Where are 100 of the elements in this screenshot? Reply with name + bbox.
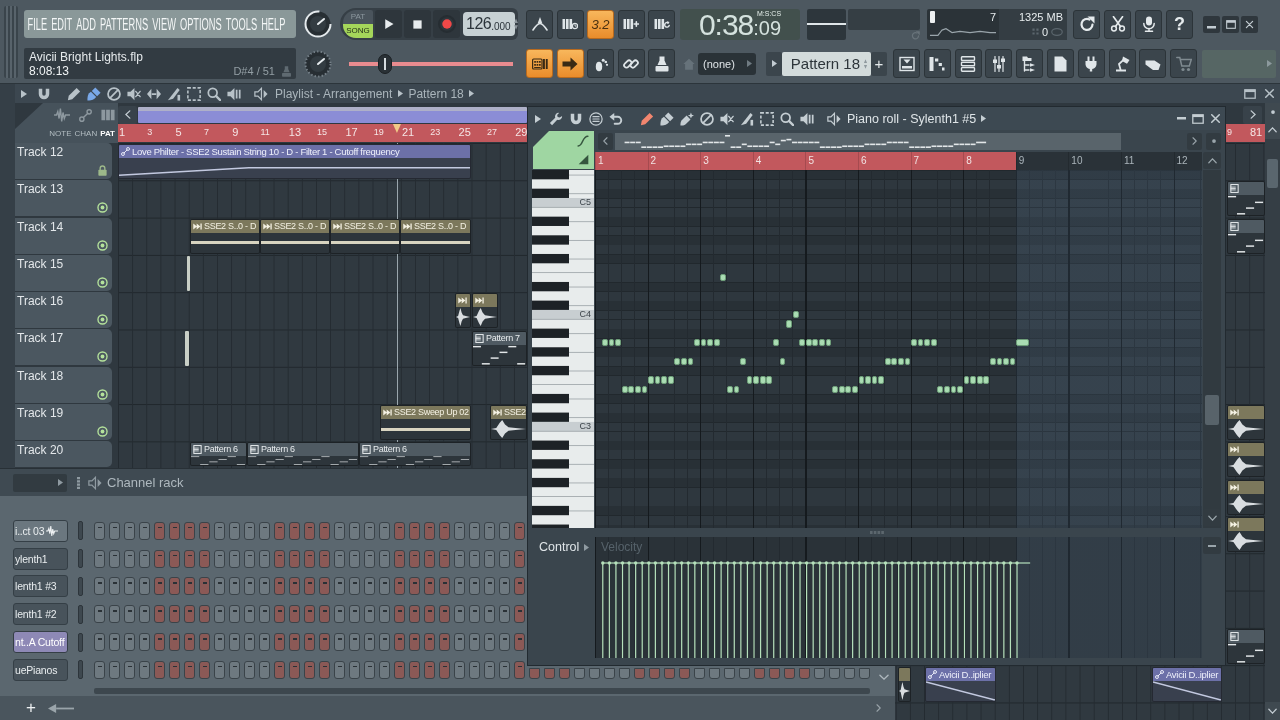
step-button[interactable] [409,549,420,568]
velocity-stem[interactable] [1002,561,1011,658]
step-button[interactable] [244,660,255,679]
velocity-stem[interactable] [995,561,1004,658]
chevron-down-icon[interactable] [879,674,889,680]
pencil-icon[interactable] [67,86,81,101]
no-sign-icon[interactable] [107,86,121,101]
toolbar-button[interactable] [1016,49,1044,78]
step-button[interactable] [319,605,330,624]
velocity-stem[interactable] [969,561,978,658]
step-button[interactable] [499,549,510,568]
toolbar-button[interactable] [648,9,675,39]
piano-roll-note[interactable] [720,273,727,281]
toolbar-button[interactable] [526,9,553,39]
velocity-stem[interactable] [666,561,676,658]
step-button[interactable] [154,521,165,540]
step-button[interactable] [589,667,600,679]
step-button[interactable] [424,549,435,568]
step-button[interactable] [469,633,480,652]
velocity-stem[interactable] [607,561,616,658]
step-button[interactable] [229,577,240,596]
step-button[interactable] [169,549,180,568]
velocity-stem[interactable] [877,561,886,658]
step-button[interactable] [739,667,750,679]
scroll-up-button[interactable] [1203,152,1221,169]
ruler-segment[interactable]: 12 [1173,152,1202,170]
step-button[interactable] [124,577,135,596]
step-button[interactable] [334,605,345,624]
step-button[interactable] [379,633,390,652]
step-button[interactable] [94,521,105,540]
step-button[interactable] [244,549,255,568]
step-button[interactable] [679,667,690,679]
menu-item[interactable]: OPTIONS [179,14,222,34]
step-button[interactable] [514,577,525,596]
step-button[interactable] [859,667,870,679]
velocity-stem[interactable] [660,561,669,658]
magnifier-icon[interactable] [207,86,221,101]
step-button[interactable] [829,667,840,679]
step-button[interactable] [409,633,420,652]
ring-dot-icon[interactable] [97,314,108,326]
step-button[interactable] [364,577,375,596]
step-button[interactable] [289,633,300,652]
ring-dot-icon[interactable] [97,426,108,438]
track-header[interactable]: Track 19 [15,404,112,441]
track-header[interactable]: Track 15 [15,254,112,291]
magnet-icon[interactable] [569,111,583,126]
step-button[interactable] [109,577,120,596]
step-button[interactable] [814,667,825,679]
velocity-stem[interactable] [614,561,623,658]
step-button[interactable] [364,605,375,624]
led-bar-icon[interactable] [78,632,83,652]
step-button[interactable] [289,605,300,624]
led-bar-icon[interactable] [78,604,83,624]
brush-icon[interactable] [660,111,674,126]
speaker-bars-icon[interactable] [800,111,814,126]
step-button[interactable] [499,521,510,540]
step-button[interactable] [289,549,300,568]
step-button[interactable] [499,605,510,624]
toolbar-button[interactable] [893,49,920,78]
step-button[interactable] [169,577,180,596]
step-button[interactable] [469,549,480,568]
step-button[interactable] [139,577,150,596]
step-button[interactable] [469,577,480,596]
step-button[interactable] [694,667,705,679]
piano-roll-note[interactable] [773,338,779,347]
velocity-stem[interactable] [798,561,807,658]
horizontal-scrollbar[interactable] [94,688,870,694]
menu-item[interactable]: PATTERNS [100,14,149,34]
piano-keys-drawing[interactable] [532,170,594,528]
step-button[interactable] [259,605,270,624]
velocity-stem[interactable] [765,561,774,658]
step-button[interactable] [139,549,150,568]
speaker-cross-icon[interactable] [720,111,734,126]
step-button[interactable] [439,577,450,596]
toolbar-button[interactable] [556,9,584,39]
velocity-stem[interactable] [943,561,952,658]
toolbar-button[interactable] [587,49,614,78]
velocity-stem[interactable] [739,561,748,658]
velocity-stem[interactable] [673,561,682,658]
velocity-stem[interactable] [857,561,866,658]
step-button[interactable] [259,577,270,596]
step-button[interactable] [574,667,585,679]
minimize-icon[interactable] [1177,117,1186,120]
step-button[interactable] [94,660,105,679]
dashed-square-icon[interactable] [760,111,774,126]
no-sign-icon[interactable] [700,111,714,126]
step-button[interactable] [124,605,135,624]
step-button[interactable] [454,549,465,568]
step-button[interactable] [409,577,420,596]
track-header[interactable]: Track 17 [15,329,112,366]
velocity-stem[interactable] [870,561,879,658]
audio-clip[interactable] [898,666,911,702]
step-button[interactable] [454,605,465,624]
track-header[interactable]: Track 13 [15,180,112,217]
filter-tab[interactable]: CHAN [74,129,98,138]
menu-item[interactable]: VIEW [152,14,176,34]
magnifier-icon[interactable] [780,111,794,126]
undo-arrow-icon[interactable] [609,111,623,126]
step-button[interactable] [109,633,120,652]
tool-tab[interactable] [533,131,594,169]
